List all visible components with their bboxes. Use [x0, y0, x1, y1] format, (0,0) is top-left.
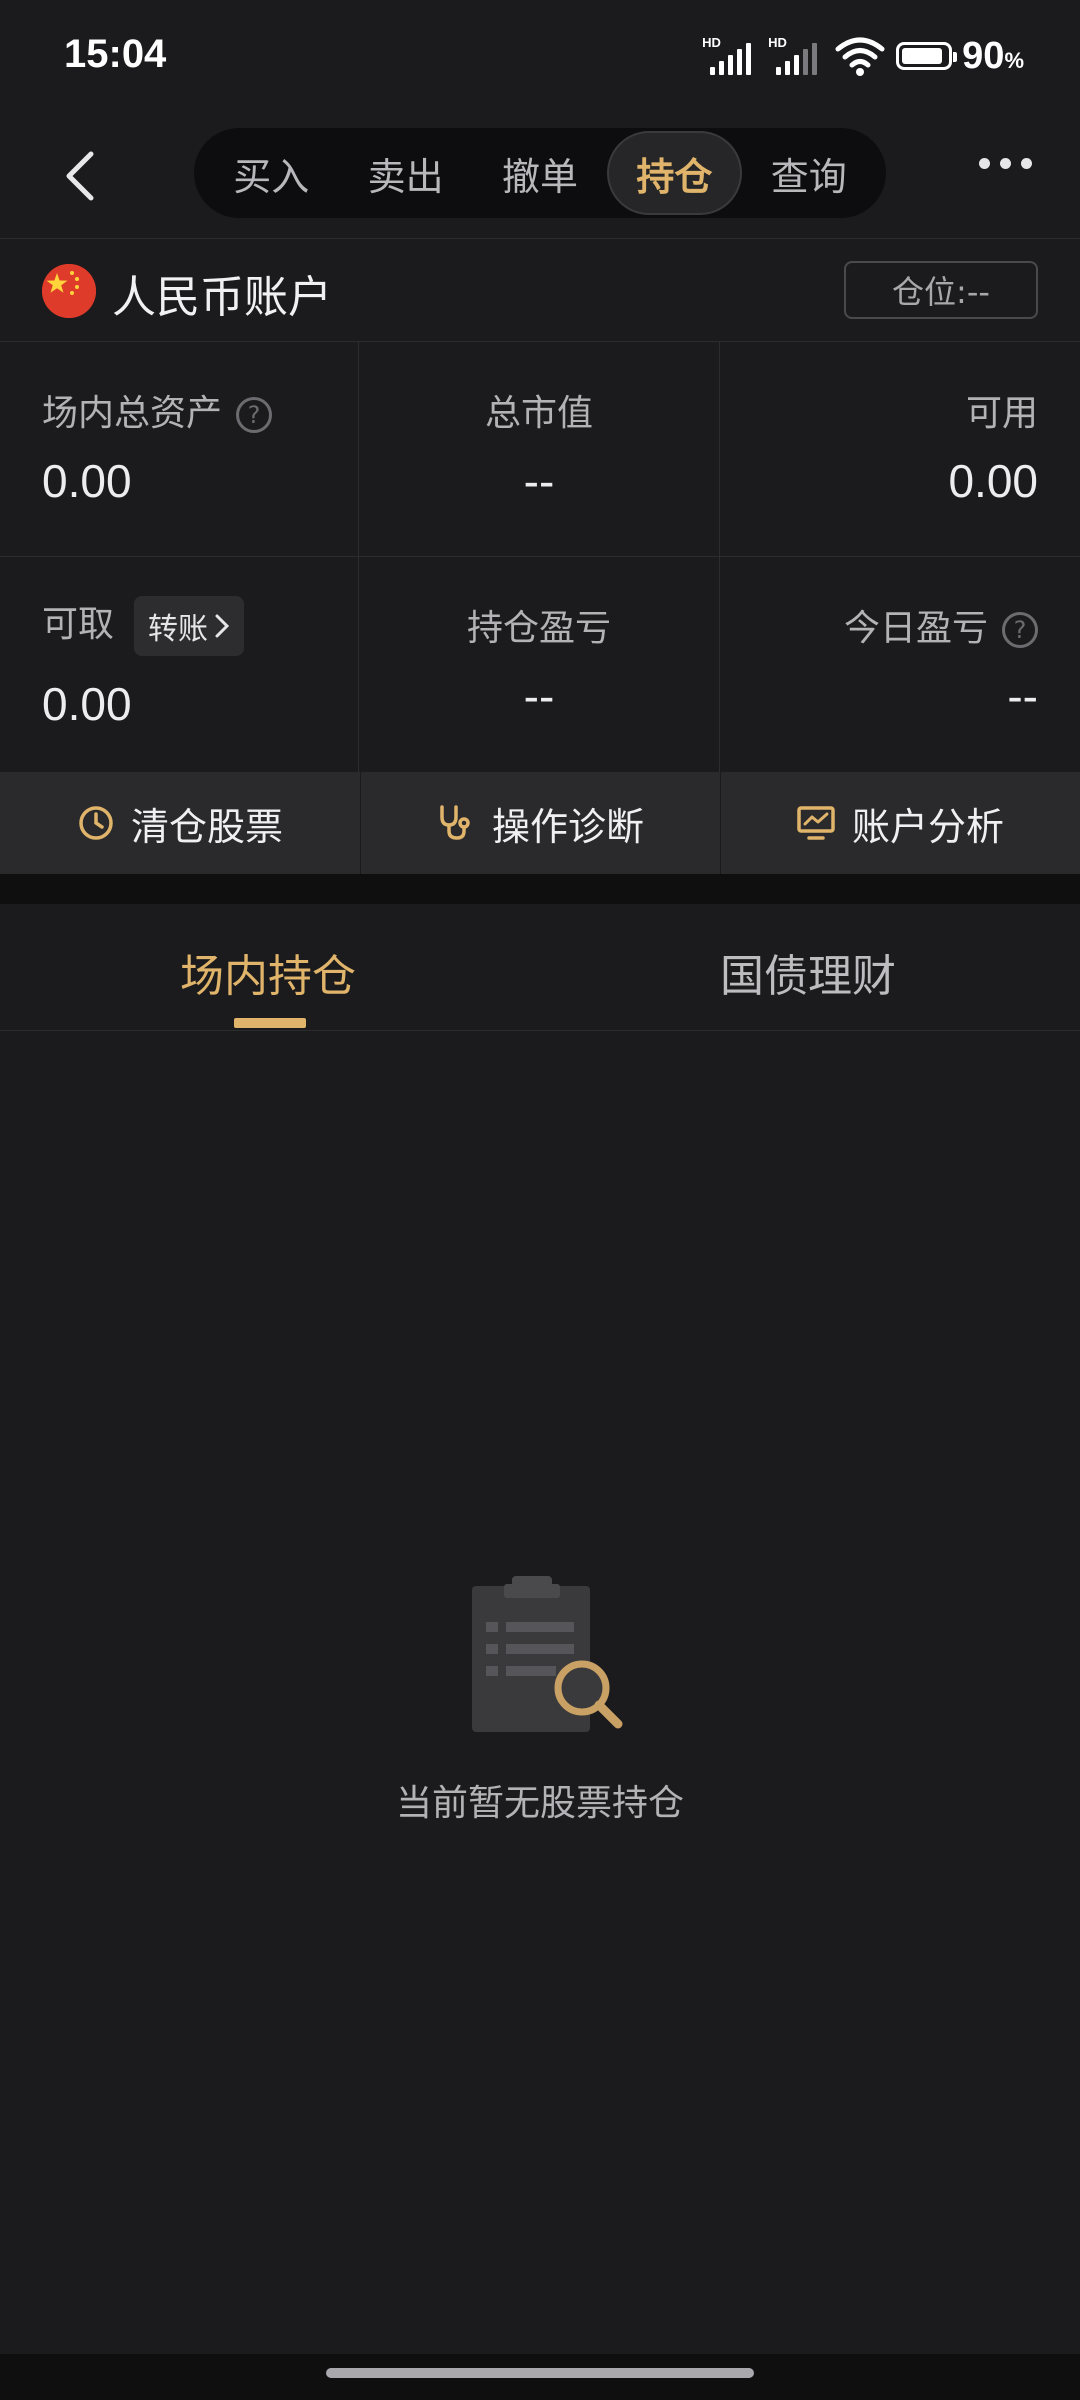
transfer-button[interactable]: 转账	[134, 596, 245, 656]
today-pl-label: 今日盈亏	[843, 608, 988, 649]
battery-percent: 90	[962, 34, 1005, 77]
china-flag-icon	[42, 264, 96, 318]
holdings-tabs: 场内持仓 国债理财	[0, 904, 1080, 1031]
tab-treasury-wealth[interactable]: 国债理财	[720, 940, 896, 1004]
tab-positions[interactable]: 持仓	[607, 131, 742, 215]
withdrawable-value: 0.00	[42, 678, 132, 730]
stat-total-assets: 场内总资产? 0.00	[0, 342, 360, 557]
stat-holding-pl: 持仓盈亏 --	[359, 557, 719, 772]
active-tab-indicator	[234, 1018, 306, 1028]
nav-bar: 买入 卖出 撤单 持仓 查询	[0, 120, 1080, 239]
more-menu-button[interactable]	[979, 158, 1032, 169]
tab-onsite-holdings[interactable]: 场内持仓	[180, 940, 356, 1004]
account-analysis-label: 账户分析	[851, 804, 1004, 849]
diagnose-button[interactable]: 操作诊断	[360, 772, 720, 874]
trade-segment-control: 买入 卖出 撤单 持仓 查询	[194, 128, 886, 218]
stat-today-pl: 今日盈亏? --	[720, 557, 1080, 772]
clock-icon	[79, 806, 113, 840]
gesture-bar	[0, 2354, 1080, 2400]
more-dot-icon	[979, 158, 990, 169]
account-stats: 场内总资产? 0.00 总市值 -- 可用 0.00 可取 转账 0.00 持仓盈…	[0, 342, 1080, 772]
account-name: 人民币账户	[112, 272, 332, 323]
battery-indicator: 90%	[896, 35, 1024, 78]
battery-icon	[896, 42, 958, 70]
available-value: 0.00	[948, 455, 1038, 507]
clear-stocks-button[interactable]: 清仓股票	[0, 772, 360, 874]
account-row[interactable]: 人民币账户 仓位:--	[0, 239, 1080, 342]
wifi-icon	[835, 37, 885, 76]
cellular-signal-2-icon: HD	[768, 35, 824, 77]
stat-market-value: 总市值 --	[359, 342, 719, 557]
back-button[interactable]	[48, 144, 112, 208]
tab-buy[interactable]: 买入	[204, 131, 338, 215]
battery-unit: %	[1004, 47, 1024, 73]
market-value-label: 总市值	[484, 393, 593, 434]
tab-query[interactable]: 查询	[742, 131, 876, 215]
stat-available: 可用 0.00	[720, 342, 1080, 557]
status-time: 15:04	[64, 32, 167, 76]
tab-cancel-order[interactable]: 撤单	[473, 131, 607, 215]
help-icon[interactable]: ?	[1002, 612, 1038, 648]
transfer-label: 转账	[148, 612, 209, 647]
home-indicator[interactable]	[326, 2368, 754, 2378]
stat-withdrawable: 可取 转账 0.00	[0, 557, 360, 772]
account-analysis-button[interactable]: 账户分析	[720, 772, 1080, 874]
empty-clipboard-search-icon	[472, 1576, 623, 1732]
more-dot-icon	[1021, 158, 1032, 169]
available-label: 可用	[965, 393, 1038, 434]
status-bar: 15:04 HD HD 90%	[0, 0, 1080, 120]
more-dot-icon	[1000, 158, 1011, 169]
cellular-signal-icon: HD	[702, 35, 758, 77]
holding-pl-label: 持仓盈亏	[466, 608, 611, 649]
clear-stocks-label: 清仓股票	[130, 804, 283, 849]
monitor-chart-icon	[797, 806, 835, 840]
today-pl-value: --	[1007, 670, 1038, 722]
status-icons: HD HD 90%	[702, 30, 1024, 82]
tab-sell[interactable]: 卖出	[338, 131, 472, 215]
holding-pl-value: --	[523, 670, 555, 722]
withdrawable-label: 可取	[42, 604, 115, 645]
chevron-right-icon	[215, 614, 230, 638]
diagnose-label: 操作诊断	[491, 804, 644, 849]
total-assets-value: 0.00	[42, 455, 132, 507]
help-icon[interactable]: ?	[236, 397, 273, 433]
total-assets-label: 场内总资产	[42, 393, 223, 434]
section-divider	[0, 874, 1080, 904]
action-bar: 清仓股票 操作诊断 账户分析	[0, 772, 1080, 874]
empty-state-message: 当前暂无股票持仓	[395, 1783, 684, 1824]
market-value-value: --	[523, 455, 555, 507]
chevron-left-icon	[66, 151, 94, 201]
stethoscope-icon	[440, 805, 470, 840]
position-ratio-button[interactable]: 仓位:--	[844, 261, 1038, 319]
